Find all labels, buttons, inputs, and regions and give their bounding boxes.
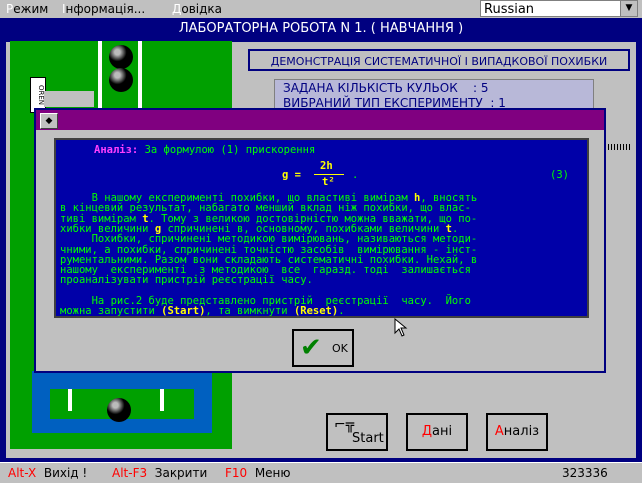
ball	[107, 398, 131, 422]
dialog-titlebar: ◆	[36, 110, 604, 130]
analysis-button[interactable]: Аналіз	[486, 413, 548, 451]
analysis-dialog: ◆ Аналіз: За формулою (1) прискорення g …	[34, 108, 606, 373]
info-line: ЗАДАНА КІЛЬКІСТЬ КУЛЬОК : 5	[283, 81, 489, 95]
holder-block	[44, 91, 94, 107]
status-close[interactable]: Alt-F3 Закрити	[112, 466, 207, 480]
ball	[109, 45, 133, 69]
info-panel: ЗАДАНА КІЛЬКІСТЬ КУЛЬОК : 5 ВИБРАНИЙ ТИП…	[274, 79, 594, 111]
u-base-top	[32, 371, 212, 389]
formula: g = 2h t² .	[282, 160, 359, 188]
analysis-intro: Аналіз: За формулою (1) прискорення	[94, 144, 316, 156]
fraction-bar	[314, 174, 344, 175]
menu-item-help[interactable]: Довідка	[172, 2, 222, 16]
cursor-icon	[394, 318, 408, 337]
formula-number: (3)	[550, 169, 569, 181]
dialog-line: проаналізувати пристрій реєстрації часу.	[60, 274, 313, 287]
timer-device-edge	[606, 130, 636, 170]
status-menu[interactable]: F10 Меню	[225, 466, 291, 480]
chevron-down-icon[interactable]: ▼	[620, 1, 637, 16]
start-button[interactable]: ⌐╦ Start	[326, 413, 388, 451]
timer-scale	[608, 144, 632, 150]
ball	[109, 68, 133, 92]
system-menu-icon[interactable]: ◆	[40, 113, 58, 129]
menu-bar: Режим Інформація... Довідка Russian ▼	[0, 0, 642, 19]
u-post-left	[68, 389, 72, 411]
demo-title: ДЕМОНСТРАЦІЯ СИСТЕМАТИЧНОЇ І ВИПАДКОВОЇ …	[248, 49, 630, 71]
window-title: ЛАБОРАТОРНА РОБОТА N 1. ( НАВЧАННЯ )	[178, 21, 464, 36]
tube-wall-right	[138, 41, 142, 113]
status-number: 323336	[562, 466, 608, 480]
u-post-right	[160, 389, 164, 411]
menu-item-info[interactable]: Інформація...	[62, 2, 145, 16]
dialog-line: можна запустити (Start), та вимкнути (Re…	[60, 305, 345, 318]
dialog-text-panel: Аналіз: За формулою (1) прискорення g = …	[54, 138, 589, 318]
check-icon: ✔	[300, 333, 322, 363]
menu-item-mode[interactable]: Режим	[6, 2, 48, 16]
data-button[interactable]: Дані	[406, 413, 468, 451]
status-bar: Alt-X Вихід ! Alt-F3 Закрити F10 Меню 32…	[0, 462, 642, 483]
language-select[interactable]: Russian ▼	[480, 0, 638, 17]
status-exit[interactable]: Alt-X Вихід !	[8, 466, 87, 480]
language-value: Russian	[484, 2, 535, 17]
ok-button[interactable]: ✔ OK	[292, 329, 354, 367]
tube-wall-left	[98, 41, 102, 113]
